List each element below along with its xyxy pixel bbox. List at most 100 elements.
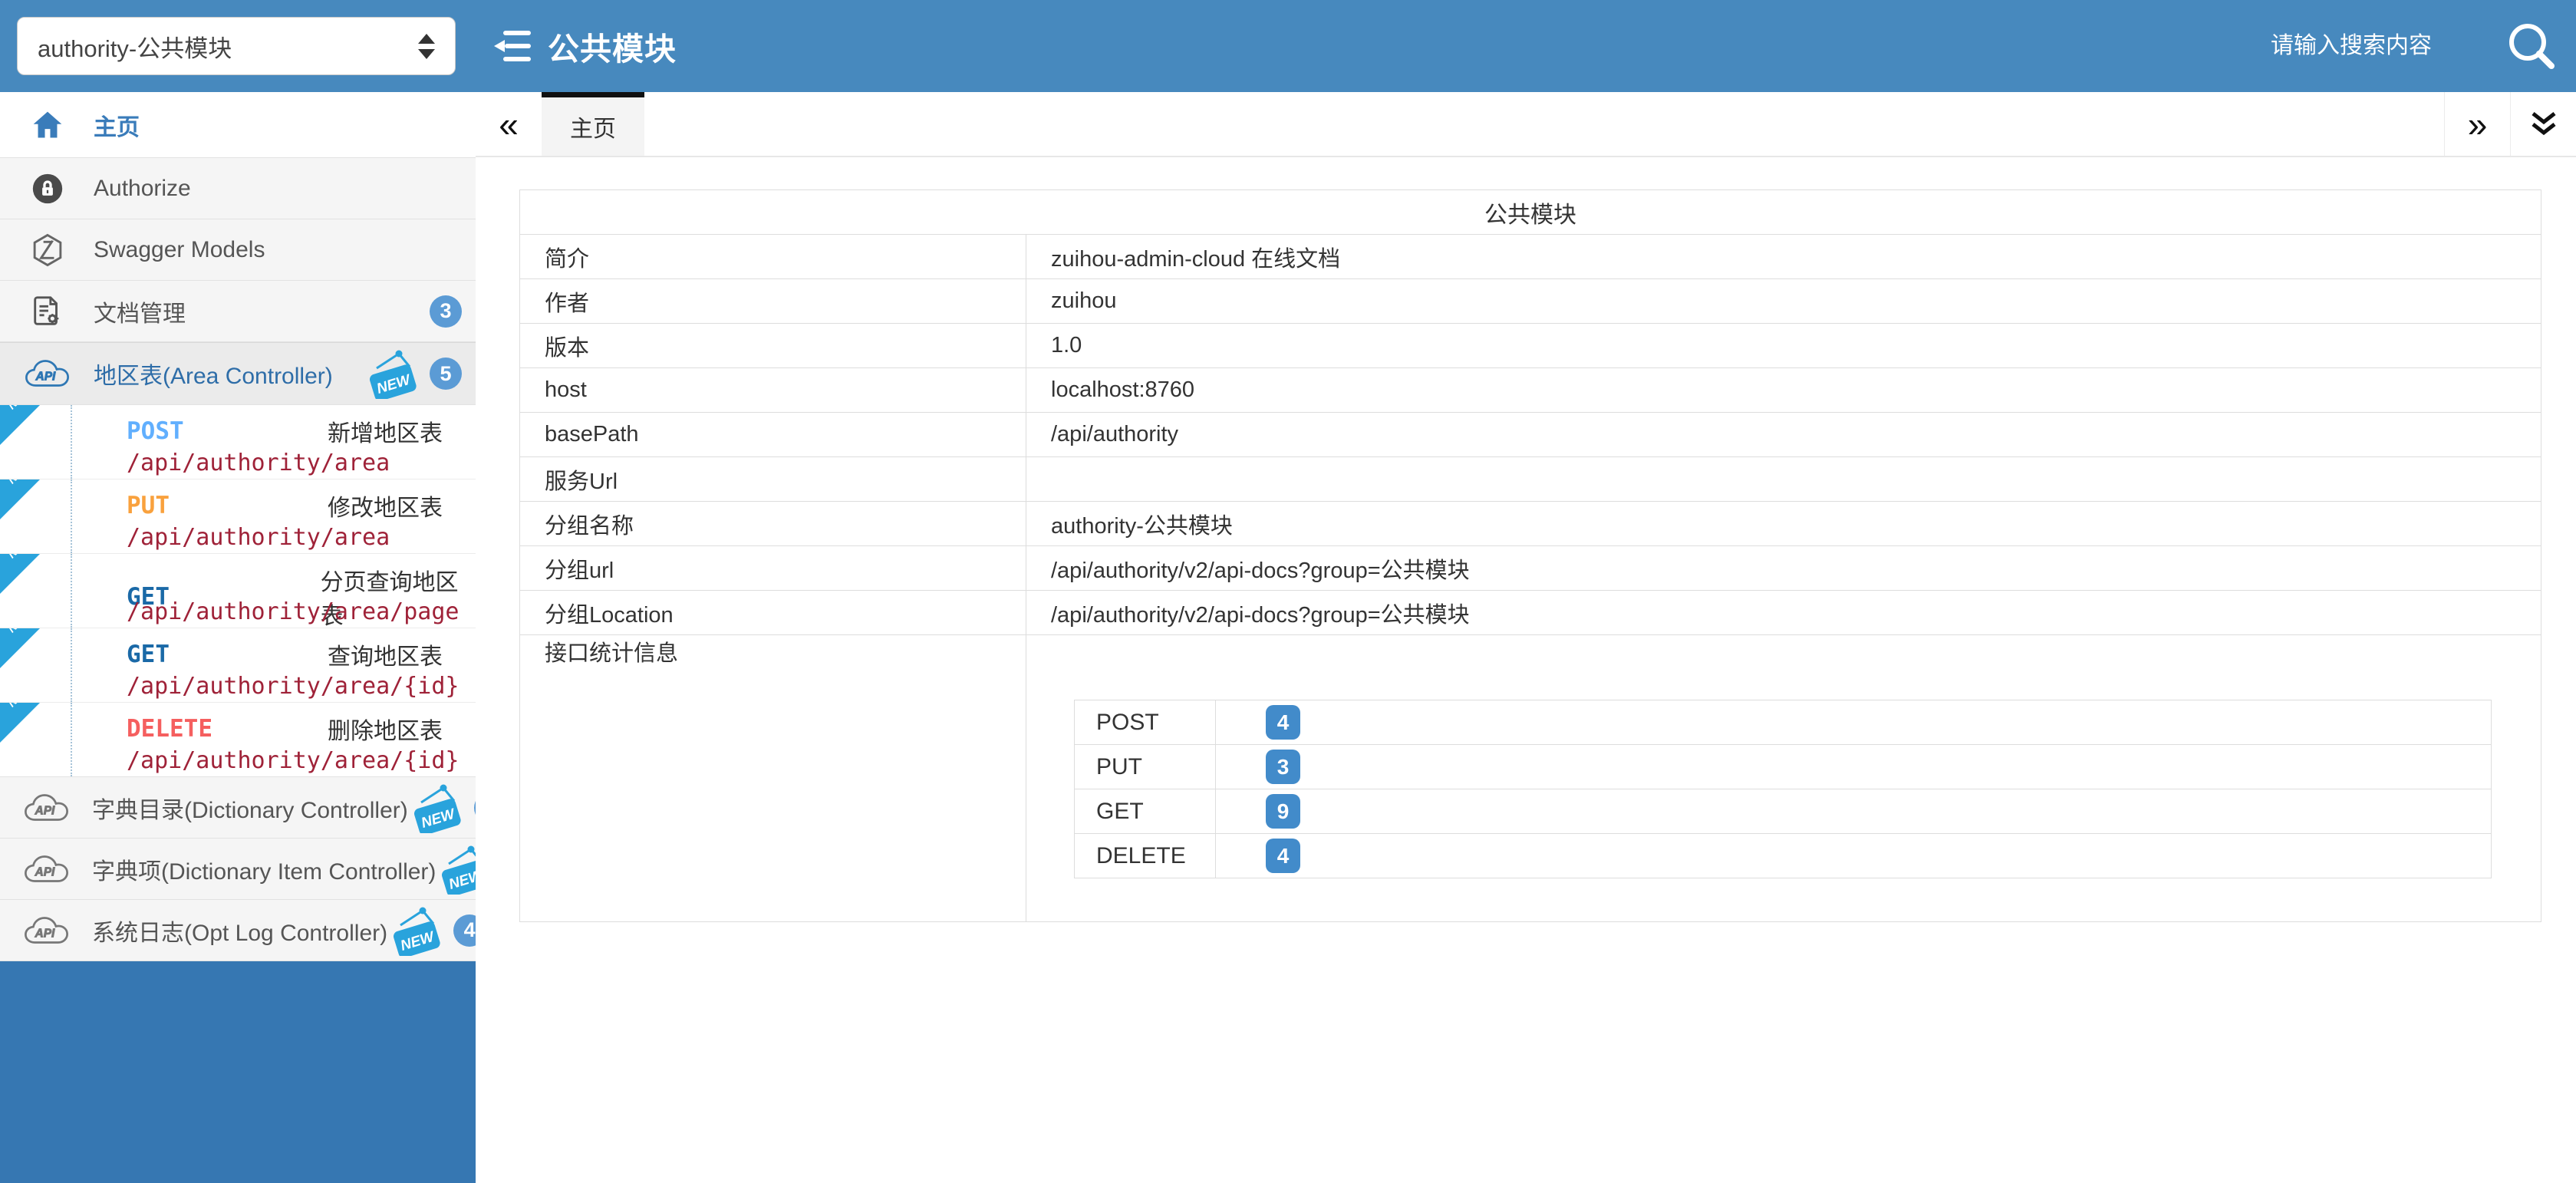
row-value: /api/authority/v2/api-docs?group=公共模块 <box>1026 546 2541 591</box>
stats-row: GET 9 <box>1075 789 2492 834</box>
row-label: 版本 <box>520 324 1026 368</box>
cloud-api-icon <box>23 358 72 390</box>
group-info-table: 公共模块 简介 zuihou-admin-cloud 在线文档 作者 zuiho… <box>519 189 2541 922</box>
stats-count-badge: 4 <box>1266 839 1300 873</box>
table-row: 服务Url <box>520 457 2541 502</box>
home-icon <box>23 108 72 142</box>
sidebar-item-dictionary-item-controller[interactable]: 字典项(Dictionary Item Controller) 6 <box>0 839 476 900</box>
stats-row: POST 4 <box>1075 700 2492 745</box>
new-tag-icon <box>364 348 419 399</box>
api-group-select-value: authority-公共模块 <box>38 29 409 64</box>
tab-home[interactable]: 主页 <box>542 92 644 156</box>
sidebar-item-opt-log-controller[interactable]: 系统日志(Opt Log Controller) 4 <box>0 900 476 961</box>
stats-method: PUT <box>1075 745 1216 789</box>
table-row: 作者 zuihou <box>520 279 2541 324</box>
sidebar-item-label: 文档管理 <box>94 295 256 328</box>
select-spinner-icon <box>418 34 435 59</box>
sidebar: 主页 Authorize Swagger Models <box>0 92 476 1183</box>
sidebar-item-label: 系统日志(Opt Log Controller) <box>92 914 387 947</box>
sidebar-item-area-controller[interactable]: 地区表(Area Controller) 5 <box>0 342 476 405</box>
new-ribbon-icon: NEW <box>0 479 40 519</box>
api-path: /api/authority/area/{id} <box>127 673 459 700</box>
table-row: basePath /api/authority <box>520 413 2541 457</box>
stats-method: GET <box>1075 789 1216 834</box>
api-path: /api/authority/area/{id} <box>127 747 459 774</box>
tree-guide-line <box>71 554 72 628</box>
tab-scroll-right-icon[interactable]: » <box>2444 92 2510 156</box>
tab-collapse-icon[interactable] <box>2510 92 2576 156</box>
stats-row: PUT 3 <box>1075 745 2492 789</box>
row-label: 分组名称 <box>520 502 1026 546</box>
tree-guide-line <box>71 628 72 702</box>
api-item-put-area[interactable]: NEW PUT 修改地区表 /api/authority/area <box>0 479 476 554</box>
row-value: zuihou <box>1026 279 2541 324</box>
api-count-badge: 4 <box>453 914 476 947</box>
tree-guide-line <box>71 479 72 553</box>
row-value: /api/authority <box>1026 413 2541 457</box>
row-label: host <box>520 368 1026 413</box>
api-item-get-area-id[interactable]: NEW GET 查询地区表 /api/authority/area/{id} <box>0 628 476 703</box>
http-method: PUT <box>127 492 328 519</box>
row-value: 1.0 <box>1026 324 2541 368</box>
sidebar-item-dictionary-controller[interactable]: 字典目录(Dictionary Controller) 5 <box>0 777 476 839</box>
main-content: 公共模块 简介 zuihou-admin-cloud 在线文档 作者 zuiho… <box>476 159 2576 1183</box>
api-item-get-area-page[interactable]: NEW GET 分页查询地区表 /api/authority/area/page <box>0 554 476 628</box>
api-count-badge: 3 <box>430 295 462 328</box>
sidebar-item-authorize[interactable]: Authorize <box>0 158 476 219</box>
row-label: 服务Url <box>520 457 1026 502</box>
sidebar-item-label: 字典目录(Dictionary Controller) <box>92 791 408 825</box>
new-tag-icon <box>408 783 463 833</box>
row-label: 接口统计信息 <box>520 635 1026 922</box>
swagger-bootstrap-ui-app: authority-公共模块 公共模块 <box>0 0 2576 1183</box>
document-settings-icon <box>23 294 72 329</box>
sidebar-item-label: 字典项(Dictionary Item Controller) <box>92 852 436 886</box>
stats-count-badge: 9 <box>1266 794 1300 829</box>
sidebar-item-doc-manage[interactable]: 文档管理 3 <box>0 281 476 342</box>
stats-count-badge: 3 <box>1266 750 1300 784</box>
row-label: 分组Location <box>520 591 1026 635</box>
tree-guide-line <box>71 405 72 479</box>
table-row: 版本 1.0 <box>520 324 2541 368</box>
table-row-stats: 接口统计信息 POST 4 PUT 3 GET <box>520 635 2541 922</box>
page-title: 公共模块 <box>548 23 677 69</box>
row-value: localhost:8760 <box>1026 368 2541 413</box>
api-item-delete-area[interactable]: NEW DELETE 删除地区表 /api/authority/area/{id… <box>0 703 476 777</box>
search-icon[interactable] <box>2505 20 2558 72</box>
api-label: 删除地区表 <box>328 712 443 746</box>
api-path: /api/authority/area <box>127 524 390 551</box>
search-input[interactable] <box>2110 33 2432 59</box>
outdent-lines-icon <box>491 26 535 66</box>
row-label: 分组url <box>520 546 1026 591</box>
swagger-models-icon <box>23 232 72 268</box>
api-group-select[interactable]: authority-公共模块 <box>17 17 456 75</box>
tab-bar: « 主页 » <box>476 92 2576 157</box>
sidebar-item-swagger-models[interactable]: Swagger Models <box>0 219 476 281</box>
tab-scroll-left-icon[interactable]: « <box>476 92 542 156</box>
new-ribbon-icon: NEW <box>0 405 40 445</box>
stats-row: DELETE 4 <box>1075 834 2492 878</box>
lock-icon <box>23 171 72 206</box>
search-area <box>2110 0 2576 92</box>
new-tag-icon <box>436 844 476 895</box>
sidebar-item-label: Authorize <box>94 176 462 202</box>
sidebar-item-home[interactable]: 主页 <box>0 92 476 158</box>
new-ribbon-icon: NEW <box>0 703 40 743</box>
app-title: 公共模块 <box>491 0 677 92</box>
cloud-api-icon <box>23 792 71 824</box>
http-method: GET <box>127 641 328 668</box>
new-tag-icon <box>387 905 443 956</box>
new-ribbon-icon: NEW <box>0 628 40 668</box>
api-label: 修改地区表 <box>328 489 443 522</box>
stats-method: POST <box>1075 700 1216 745</box>
api-item-post-area[interactable]: NEW POST 新增地区表 /api/authority/area <box>0 405 476 479</box>
stats-cell: POST 4 PUT 3 GET 9 DELETE <box>1026 635 2541 922</box>
table-row: 分组Location /api/authority/v2/api-docs?gr… <box>520 591 2541 635</box>
sidebar-item-label: 地区表(Area Controller) <box>94 357 333 390</box>
cloud-api-icon <box>23 853 71 885</box>
api-label: 新增地区表 <box>328 414 443 448</box>
app-header: authority-公共模块 公共模块 <box>0 0 2576 92</box>
table-row: 分组名称 authority-公共模块 <box>520 502 2541 546</box>
method-stats-table: POST 4 PUT 3 GET 9 DELETE <box>1074 700 2492 878</box>
stats-count-badge: 4 <box>1266 705 1300 740</box>
tree-guide-line <box>71 703 72 776</box>
